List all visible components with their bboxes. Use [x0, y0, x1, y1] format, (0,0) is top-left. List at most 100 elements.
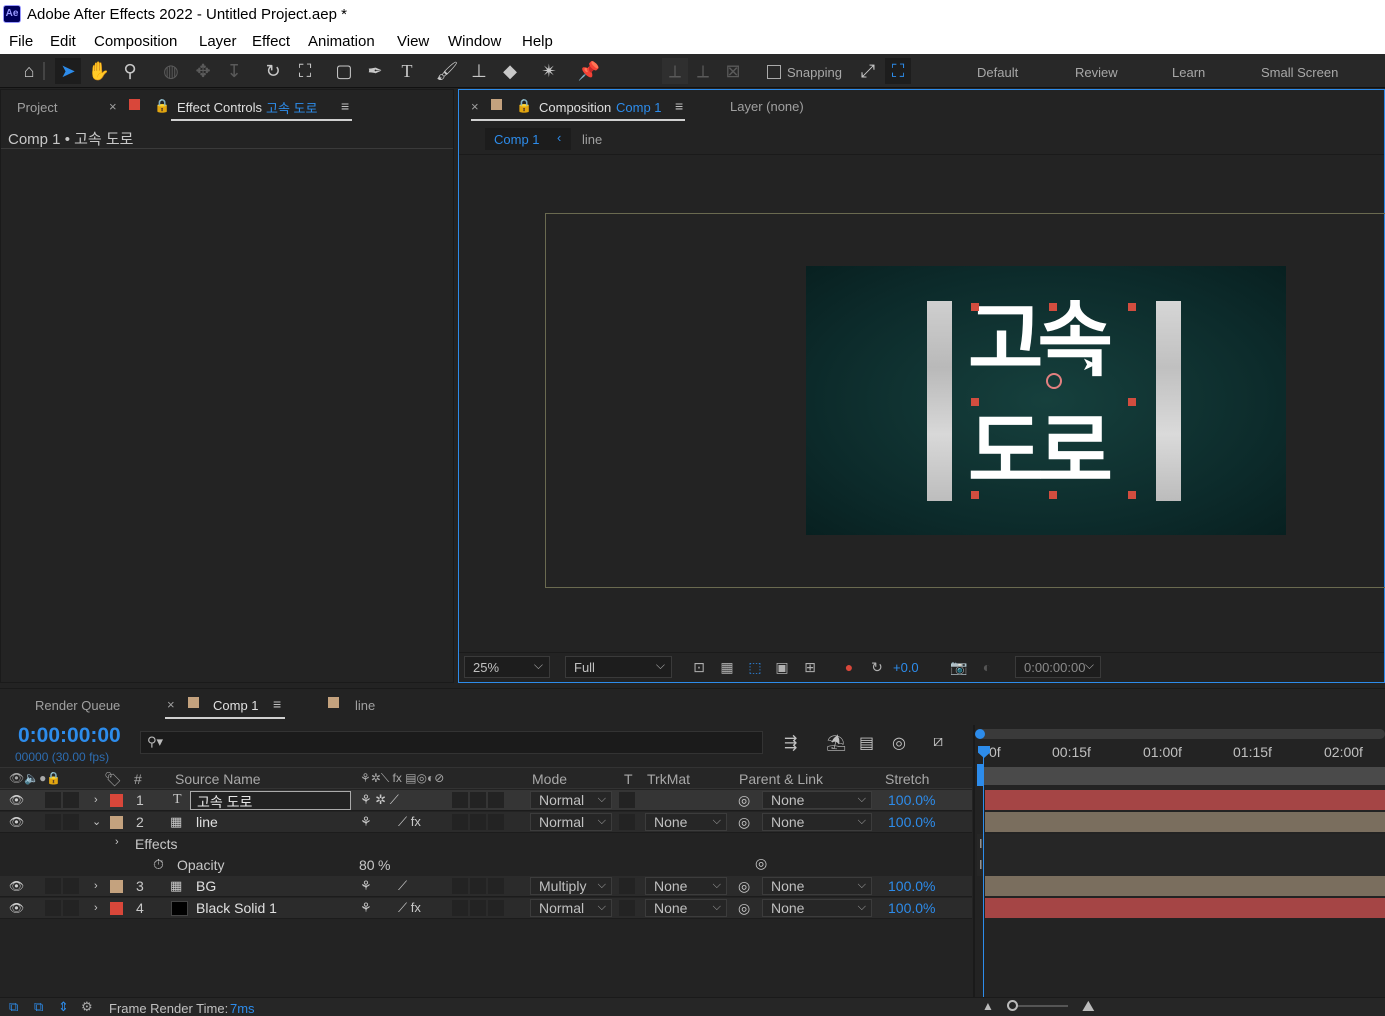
trkmat-dropdown[interactable]: None	[645, 899, 727, 917]
layer-row[interactable]: 👁 › 3 ▦ BG ⚘ ⟋ Multiply None ◎ None 100.…	[0, 876, 972, 897]
expression-pick-whip-icon[interactable]: ◎	[755, 855, 767, 872]
preserve-transparency-toggle[interactable]	[619, 814, 635, 830]
transparency-grid-icon[interactable]: ▦	[717, 659, 737, 677]
chevron-right-icon[interactable]: ›	[115, 836, 119, 848]
layer-search-input[interactable]: ⚲▾	[140, 731, 763, 754]
menu-help[interactable]: Help	[522, 33, 553, 50]
bbox-handle[interactable]	[1049, 491, 1057, 499]
lock-toggle[interactable]	[63, 878, 79, 894]
mode-dropdown[interactable]: Multiply	[530, 877, 612, 895]
snap-bounds-icon[interactable]: ⛶	[885, 58, 911, 84]
pick-whip-icon[interactable]: ◎	[738, 900, 750, 917]
label-color[interactable]	[110, 902, 123, 915]
quality-fx-icon[interactable]: ⟋ fx	[398, 814, 421, 830]
puppet-pin-icon[interactable]: 📌	[576, 58, 602, 84]
comp-canvas[interactable]: 고속 도로 ➤	[806, 266, 1286, 535]
stretch-value[interactable]: 100.0%	[888, 900, 935, 916]
dolly-camera-icon[interactable]: ↧	[221, 58, 247, 84]
snap-options-icon[interactable]: ⤢	[855, 58, 881, 84]
layer-bar[interactable]	[985, 812, 1385, 832]
pick-whip-icon[interactable]: ◎	[738, 878, 750, 895]
resolution-dropdown[interactable]: Full	[565, 656, 672, 678]
lock-toggle[interactable]	[63, 900, 79, 916]
chevron-right-icon[interactable]: ›	[94, 880, 98, 892]
bbox-handle[interactable]	[1128, 491, 1136, 499]
motion-blur-icon[interactable]: ◎	[892, 733, 906, 753]
close-icon[interactable]: ×	[109, 99, 117, 114]
mode-dropdown[interactable]: Normal	[530, 899, 612, 917]
zoom-slider-thumb[interactable]	[1007, 1000, 1018, 1011]
mode-dropdown[interactable]: Normal	[530, 791, 612, 809]
work-area-bar[interactable]	[977, 729, 1385, 739]
parent-dropdown[interactable]: None	[762, 877, 872, 895]
brush-tool-icon[interactable]: 🖌	[434, 58, 460, 84]
tab-line[interactable]: line	[355, 698, 375, 713]
layer-switches-icon[interactable]: ⧉	[9, 999, 18, 1015]
lock-toggle[interactable]	[63, 792, 79, 808]
zoom-tool-icon[interactable]: ⚲	[117, 58, 143, 84]
exposure-value[interactable]: +0.0	[893, 660, 919, 675]
modes-icon[interactable]: ⧉	[34, 999, 43, 1015]
header-source-name[interactable]: Source Name	[175, 771, 261, 787]
pick-whip-icon[interactable]: ◎	[738, 792, 750, 809]
close-icon[interactable]: ×	[167, 697, 175, 712]
layer-bar[interactable]	[985, 876, 1385, 896]
workspace-learn[interactable]: Learn	[1172, 65, 1205, 80]
tab-render-queue[interactable]: Render Queue	[35, 698, 120, 713]
preserve-transparency-toggle[interactable]	[619, 900, 635, 916]
work-area-start-handle[interactable]	[975, 729, 985, 739]
breadcrumb-line[interactable]: line	[582, 132, 602, 147]
stretch-value[interactable]: 100.0%	[888, 792, 935, 808]
selection-tool-icon[interactable]: ➤	[55, 58, 81, 84]
shy-switch-icon[interactable]: ⚘	[360, 900, 372, 916]
menu-composition[interactable]: Composition	[94, 33, 177, 50]
tab-comp1[interactable]: Comp 1	[213, 698, 259, 713]
close-icon[interactable]: ×	[471, 99, 479, 114]
layer-name-field[interactable]: 고속 도로	[190, 791, 351, 810]
eye-icon[interactable]: 👁	[9, 793, 24, 807]
reset-exposure-icon[interactable]: ↻	[867, 659, 887, 677]
bbox-handle[interactable]	[971, 303, 979, 311]
fast-preview-icon[interactable]: ⊡	[689, 659, 709, 677]
playhead-line[interactable]	[983, 757, 984, 997]
shy-switch-icon[interactable]: ⚘	[360, 814, 372, 830]
switch-box[interactable]	[488, 814, 504, 830]
stretch-value[interactable]: 100.0%	[888, 878, 935, 894]
audio-toggle[interactable]	[45, 792, 61, 808]
breadcrumb-active[interactable]: Comp 1 ‹	[485, 128, 571, 150]
eye-icon[interactable]: 👁	[9, 879, 24, 893]
eye-icon[interactable]: 👁	[9, 815, 24, 829]
bbox-handle[interactable]	[971, 491, 979, 499]
current-time-display[interactable]: 0:00:00:00	[18, 724, 121, 748]
menu-window[interactable]: Window	[448, 33, 501, 50]
shy-switch-icon[interactable]: ⚘ ✲ ⟋	[360, 792, 399, 808]
rectangle-tool-icon[interactable]: ▢	[331, 58, 357, 84]
pick-whip-icon[interactable]: ◎	[738, 814, 750, 831]
layer-row[interactable]: 👁 ⌄ 2 ▦ line ⚘ ⟋ fx Normal None ◎ None 1…	[0, 812, 972, 833]
switch-box[interactable]	[470, 878, 486, 894]
chevron-right-icon[interactable]: ›	[94, 794, 98, 806]
tab-layer[interactable]: Layer (none)	[730, 99, 804, 114]
bbox-handle[interactable]	[971, 398, 979, 406]
label-color[interactable]	[110, 880, 123, 893]
switch-box[interactable]	[470, 814, 486, 830]
composition-name[interactable]: Comp 1	[616, 100, 662, 115]
hide-shy-layers-icon[interactable]: ⛱	[826, 733, 846, 753]
lock-toggle[interactable]	[63, 814, 79, 830]
stretch-value[interactable]: 100.0%	[888, 814, 935, 830]
zoom-in-icon[interactable]: ⛰	[1082, 998, 1095, 1015]
switch-box[interactable]	[470, 900, 486, 916]
bbox-handle[interactable]	[1128, 398, 1136, 406]
switch-box[interactable]	[488, 900, 504, 916]
switch-box[interactable]	[488, 878, 504, 894]
trkmat-dropdown[interactable]: None	[645, 877, 727, 895]
switch-box[interactable]	[452, 792, 468, 808]
chevron-down-icon[interactable]: ⌄	[92, 815, 101, 828]
effect-controls-layer-name[interactable]: 고속 도로	[266, 98, 317, 117]
audio-toggle[interactable]	[45, 878, 61, 894]
local-axis-icon[interactable]: ⟂	[662, 58, 688, 84]
layer-name[interactable]: BG	[196, 878, 216, 894]
workspace-small-screen[interactable]: Small Screen	[1261, 65, 1338, 80]
pan-camera-icon[interactable]: ✥	[190, 58, 216, 84]
composition-mini-flowchart-icon[interactable]: ⇶	[784, 733, 797, 753]
